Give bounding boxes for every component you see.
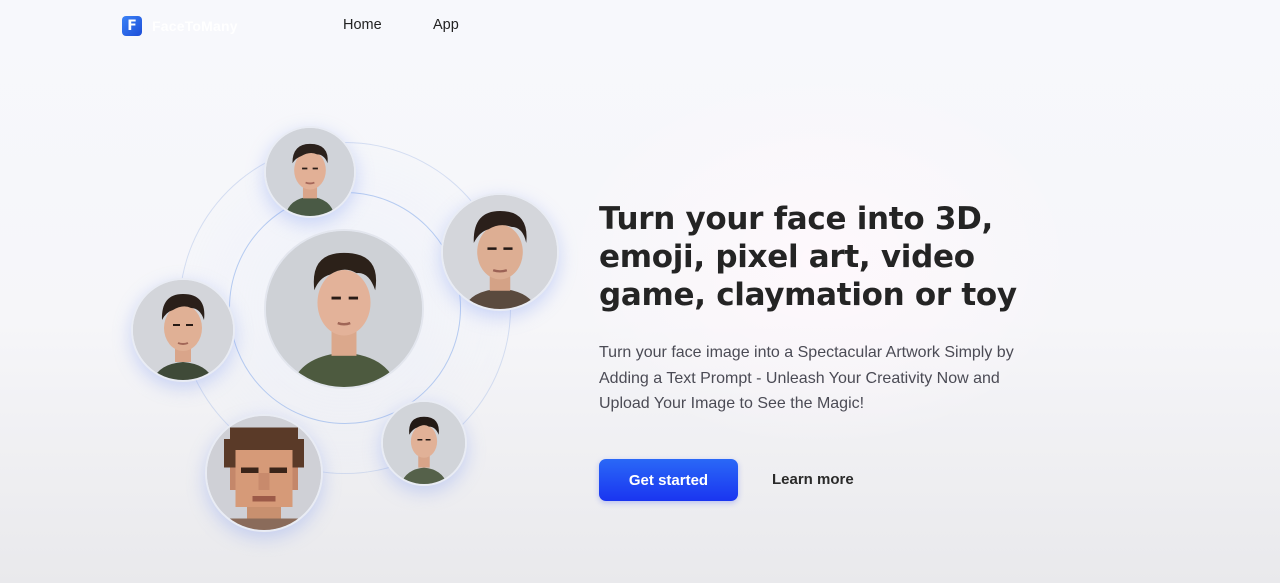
get-started-button[interactable]: Get started [599, 459, 738, 501]
site-header: F FaceToMany Home App [0, 0, 1280, 52]
face-avatar-left [131, 278, 235, 382]
face-avatar-bottom-right [381, 400, 467, 486]
nav-home-link[interactable]: Home [343, 17, 382, 33]
face-avatar-top [264, 126, 356, 218]
hero-title: Turn your face into 3D, emoji, pixel art… [599, 201, 1017, 313]
learn-more-link[interactable]: Learn more [772, 471, 854, 488]
logo-link[interactable]: F FaceToMany [122, 16, 238, 36]
face-avatar-pixel-art [205, 414, 323, 532]
face-avatar-center [264, 229, 424, 389]
face-avatar-right [441, 193, 559, 311]
logo-text: FaceToMany [152, 18, 238, 34]
facetomany-logo-icon: F [122, 16, 142, 36]
nav-app-link[interactable]: App [433, 17, 459, 33]
hero-description: Turn your face image into a Spectacular … [599, 344, 1014, 412]
